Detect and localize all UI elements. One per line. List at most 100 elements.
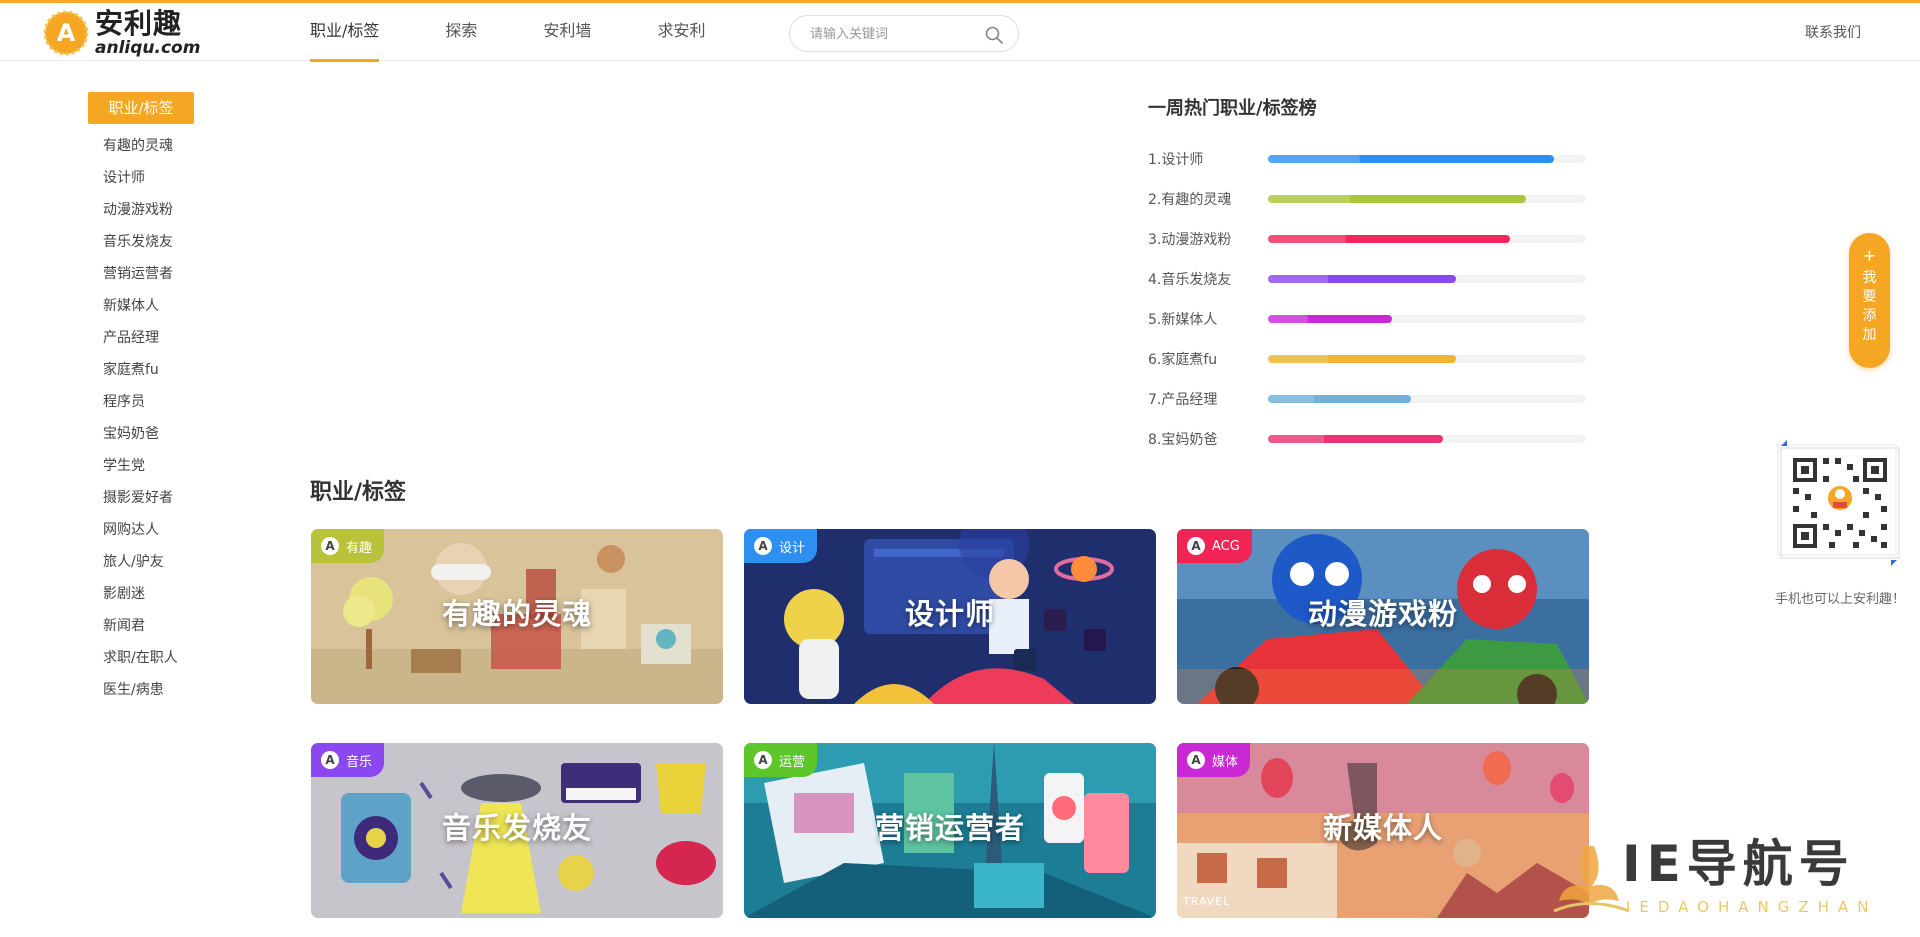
section-title: 职业/标签: [310, 480, 407, 505]
search-icon[interactable]: [984, 25, 1004, 45]
ranking-bar-track: [1268, 355, 1586, 363]
card-title: 新媒体人: [1322, 811, 1443, 845]
sidebar-item[interactable]: 求职/在职人: [88, 642, 196, 674]
logo-chinese-name: 安利趣: [95, 7, 183, 40]
watermark-subtitle: IEDAOHANGZHAN: [1626, 898, 1878, 916]
ranking-row[interactable]: 4.音乐发烧友: [1148, 259, 1588, 299]
ranking-label: 7.产品经理: [1148, 392, 1218, 408]
ranking-row[interactable]: 7.产品经理: [1148, 379, 1588, 419]
nav-tab-ask[interactable]: 求安利: [657, 3, 705, 61]
ranking-bar: [1268, 235, 1510, 243]
sidebar-item[interactable]: 营销运营者: [88, 258, 196, 290]
tag-card-marketing[interactable]: A 运营 营销运营者: [744, 743, 1156, 918]
card-tag-label: 有趣: [346, 540, 373, 556]
ranking-label: 1.设计师: [1148, 152, 1204, 168]
sidebar-item[interactable]: 动漫游戏粉: [88, 194, 196, 226]
ranking-label: 8.宝妈奶爸: [1148, 432, 1218, 448]
ranking-bar-track: [1268, 315, 1586, 323]
tag-logo-icon: A: [321, 537, 339, 555]
site-watermark: IE导航号 IEDAOHANGZHAN: [1534, 826, 1914, 934]
tag-sidebar: 职业/标签 有趣的灵魂 设计师 动漫游戏粉 音乐发烧友 营销运营者 新媒体人 产…: [88, 92, 196, 706]
ranking-row[interactable]: 8.宝妈奶爸: [1148, 419, 1588, 459]
ranking-bar-track: [1268, 275, 1586, 283]
tag-card-music[interactable]: A 音乐 音乐发烧友: [311, 743, 723, 918]
ranking-label: 4.音乐发烧友: [1148, 272, 1232, 288]
add-tag-float-button[interactable]: + 我要添加: [1849, 233, 1890, 368]
search-input[interactable]: [810, 24, 970, 44]
ranking-row[interactable]: 2.有趣的灵魂: [1148, 179, 1588, 219]
ranking-bar: [1268, 395, 1412, 403]
add-button-label: 我要添加: [1862, 270, 1877, 343]
ranking-label: 5.新媒体人: [1148, 312, 1218, 328]
mobile-qr-code: [1773, 436, 1907, 570]
ranking-bar: [1268, 315, 1393, 323]
sidebar-item[interactable]: 新闻君: [88, 610, 196, 642]
ranking-bar-track: [1268, 195, 1586, 203]
ranking-bar: [1268, 435, 1443, 443]
card-tag-badge: A 运营: [744, 743, 818, 777]
sidebar-title[interactable]: 职业/标签: [88, 92, 194, 124]
ranking-title: 一周热门职业/标签榜: [1148, 98, 1317, 119]
ranking-row[interactable]: 5.新媒体人: [1148, 299, 1588, 339]
sidebar-item[interactable]: 摄影爱好者: [88, 482, 196, 514]
qr-caption: 手机也可以上安利趣！: [1775, 592, 1906, 607]
weekly-ranking: 一周热门职业/标签榜 1.设计师 2.有趣的灵魂 3.动漫游戏粉 4.音乐发烧友…: [1148, 94, 1588, 459]
tag-card-designer[interactable]: A 设计 设计师: [744, 529, 1156, 704]
sidebar-item[interactable]: 旅人/驴友: [88, 546, 196, 578]
sidebar-item[interactable]: 设计师: [88, 162, 196, 194]
card-tag-badge: A 有趣: [311, 529, 385, 563]
sidebar-item[interactable]: 影剧迷: [88, 578, 196, 610]
tag-card-acg[interactable]: A ACG 动漫游戏粉: [1177, 529, 1589, 704]
ranking-label: 2.有趣的灵魂: [1148, 192, 1232, 208]
logo-domain: anliqu.com: [95, 38, 201, 58]
ranking-row[interactable]: 3.动漫游戏粉: [1148, 219, 1588, 259]
card-title: 营销运营者: [874, 811, 1025, 845]
ranking-list: 1.设计师 2.有趣的灵魂 3.动漫游戏粉 4.音乐发烧友 5.新媒体人 6.家…: [1148, 139, 1588, 459]
card-tag-label: 音乐: [346, 754, 373, 770]
card-title: 音乐发烧友: [441, 811, 592, 845]
tag-logo-icon: A: [1187, 537, 1205, 555]
sidebar-item[interactable]: 学生党: [88, 450, 196, 482]
ranking-bar-track: [1268, 235, 1586, 243]
card-tag-label: 媒体: [1212, 754, 1239, 770]
travel-label: TRAVEL: [1183, 895, 1231, 908]
contact-us-link[interactable]: 联系我们: [1805, 22, 1861, 42]
ranking-bar: [1268, 355, 1456, 363]
nav-tab-tags[interactable]: 职业/标签: [310, 3, 380, 62]
card-title: 动漫游戏粉: [1307, 597, 1458, 631]
main-nav: 职业/标签 探索 安利墙 求安利: [310, 3, 771, 62]
card-tag-label: 设计: [779, 540, 806, 556]
qr-code-icon: [1777, 440, 1900, 566]
ranking-bar: [1268, 275, 1456, 283]
tag-card-funny-soul[interactable]: A 有趣 有趣的灵魂: [311, 529, 723, 704]
ranking-label: 3.动漫游戏粉: [1148, 232, 1232, 248]
search-box: [789, 15, 1019, 52]
plus-icon: +: [1862, 246, 1877, 265]
tag-card-new-media[interactable]: A 媒体 新媒体人 TRAVEL: [1177, 743, 1589, 918]
sidebar-item[interactable]: 程序员: [88, 386, 196, 418]
ranking-row[interactable]: 1.设计师: [1148, 139, 1588, 179]
sidebar-item[interactable]: 音乐发烧友: [88, 226, 196, 258]
card-tag-label: 运营: [779, 754, 806, 770]
sidebar-item[interactable]: 宝妈奶爸: [88, 418, 196, 450]
sidebar-item[interactable]: 家庭煮fu: [88, 354, 196, 386]
ranking-bar-track: [1268, 395, 1586, 403]
sidebar-item[interactable]: 产品经理: [88, 322, 196, 354]
sidebar-item[interactable]: 有趣的灵魂: [88, 130, 196, 162]
card-title: 设计师: [904, 597, 995, 631]
nav-tab-wall[interactable]: 安利墙: [543, 3, 591, 61]
tag-logo-icon: A: [754, 751, 772, 769]
sidebar-item[interactable]: 新媒体人: [88, 290, 196, 322]
card-tag-badge: A ACG: [1177, 529, 1252, 563]
card-tag-badge: A 媒体: [1177, 743, 1251, 777]
site-logo[interactable]: A 安利趣 anliqu.com: [42, 9, 200, 57]
ranking-bar-track: [1268, 155, 1586, 163]
ranking-bar: [1268, 195, 1526, 203]
sidebar-item[interactable]: 医生/病患: [88, 674, 196, 706]
ranking-row[interactable]: 6.家庭煮fu: [1148, 339, 1588, 379]
ranking-label: 6.家庭煮fu: [1148, 352, 1218, 368]
sidebar-item[interactable]: 网购达人: [88, 514, 196, 546]
ranking-bar-track: [1268, 435, 1586, 443]
nav-tab-explore[interactable]: 探索: [445, 3, 477, 61]
card-tag-label: ACG: [1212, 538, 1240, 554]
